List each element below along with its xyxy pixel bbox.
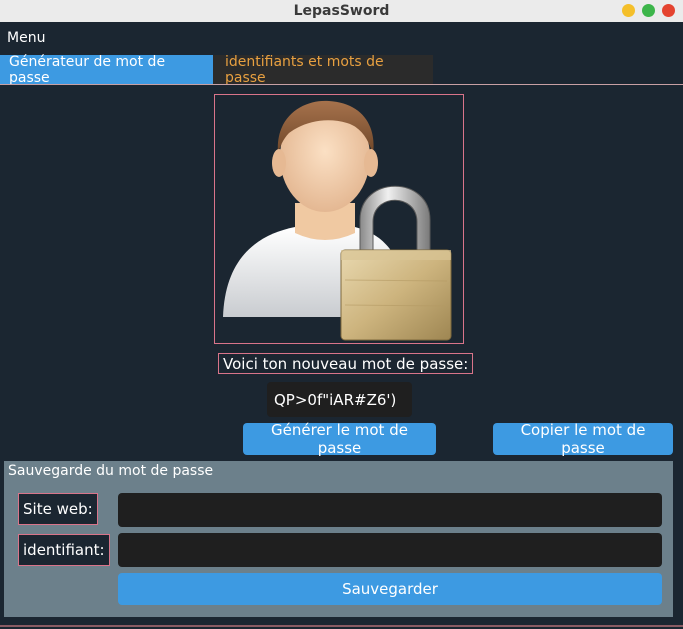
menu-bar: Menu <box>0 22 683 54</box>
generate-password-button[interactable]: Générer le mot de passe <box>243 421 436 457</box>
maximize-button[interactable] <box>642 4 655 17</box>
window-controls <box>622 4 675 17</box>
identifier-label: identifiant: <box>18 534 110 566</box>
menu-item[interactable]: Menu <box>0 30 45 46</box>
copy-password-button[interactable]: Copier le mot de passe <box>493 421 673 457</box>
website-input[interactable] <box>118 493 662 527</box>
panel-title: Sauvegarde du mot de passe <box>8 463 214 479</box>
generated-password[interactable]: QP>0f"iAR#Z6') <box>267 382 412 417</box>
tab-bar: Générateur de mot de passe identifiants … <box>0 54 433 86</box>
window-title: LepasSword <box>293 3 390 19</box>
identifier-input[interactable] <box>118 533 662 567</box>
user-lock-image <box>214 94 464 344</box>
title-bar: LepasSword <box>0 0 683 22</box>
user-with-padlock-icon <box>223 100 452 341</box>
tab-credentials[interactable]: identifiants et mots de passe <box>213 54 433 86</box>
bottom-divider <box>0 625 683 627</box>
close-button[interactable] <box>662 4 675 17</box>
password-caption: Voici ton nouveau mot de passe: <box>218 353 474 374</box>
minimize-button[interactable] <box>622 4 635 17</box>
website-label: Site web: <box>18 493 98 525</box>
tab-divider <box>0 84 683 85</box>
save-password-panel: Sauvegarde du mot de passe Site web: ide… <box>4 461 673 617</box>
save-button[interactable]: Sauvegarder <box>118 573 662 605</box>
tab-generator[interactable]: Générateur de mot de passe <box>0 54 213 86</box>
